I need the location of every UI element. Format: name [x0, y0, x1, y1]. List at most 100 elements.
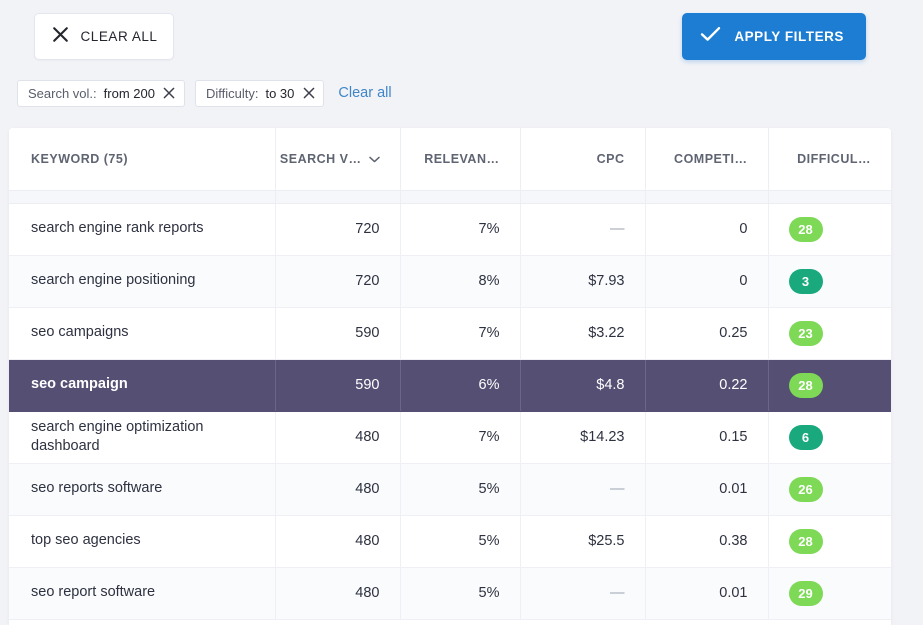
column-header-search-volume-label: SEARCH V…	[279, 151, 362, 166]
cell-search-vol: 720	[275, 203, 401, 256]
cell-difficulty: 28	[768, 359, 891, 412]
cell-difficulty: 29	[768, 567, 891, 620]
cell-competition: 0.15	[645, 411, 769, 464]
filter-chip-value: from 200	[103, 85, 155, 101]
check-icon	[700, 25, 721, 48]
filter-chip-value: to 30	[265, 85, 295, 101]
cell-relevance: 7%	[400, 203, 521, 256]
table-row[interactable]: seo campaign 590 6% $4.8 0.22 28	[9, 359, 891, 412]
difficulty-badge: 3	[788, 268, 823, 294]
keywords-table: KEYWORD (75) SEARCH V… RELEVAN… CPC COMP…	[9, 128, 891, 620]
filter-chip-search-volume[interactable]: Search vol.: from 200	[17, 79, 185, 107]
column-header-relevance[interactable]: RELEVAN…	[400, 128, 521, 191]
cell-keyword[interactable]: seo report software	[9, 567, 276, 620]
table-row[interactable]: search engine rank reports 720 7% —0 28	[9, 203, 891, 256]
cell-difficulty: 3	[768, 255, 891, 308]
cell-search-vol: 480	[275, 411, 401, 464]
column-header-competition[interactable]: COMPETI…	[645, 128, 769, 191]
apply-filters-button-label: APPLY FILTERS	[734, 29, 844, 44]
table-body: search engine rank reports 720 7% —0 28 searc…	[9, 190, 891, 620]
cell-keyword[interactable]: search engine optimization dashboard	[9, 411, 276, 464]
cell-competition: 0.25	[645, 307, 769, 360]
cell-competition: 0.01	[645, 567, 769, 620]
close-x-icon[interactable]	[163, 87, 176, 100]
cell-cpc: $14.23	[520, 411, 646, 464]
difficulty-badge: 28	[788, 372, 823, 398]
cell-competition: 0	[645, 255, 769, 308]
filter-action-bar: CLEAR ALL APPLY FILTERS	[0, 0, 923, 76]
cell-difficulty: 23	[768, 307, 891, 360]
column-header-keyword[interactable]: KEYWORD (75)	[9, 128, 276, 191]
difficulty-badge: 23	[788, 320, 823, 346]
cell-keyword[interactable]: top seo agencies	[9, 515, 276, 568]
table-row[interactable]: seo campaigns 590 7% $3.22 0.25 23	[9, 307, 891, 360]
cell-keyword[interactable]: search engine rank reports	[9, 203, 276, 256]
cell-cpc: $4.8	[520, 359, 646, 412]
cell-relevance: 5%	[400, 567, 521, 620]
column-header-difficulty[interactable]: DIFFICUL…	[768, 128, 891, 191]
cell-competition: 0	[645, 203, 769, 256]
filter-chip-difficulty[interactable]: Difficulty: to 30	[194, 79, 325, 107]
column-header-difficulty-label: DIFFICUL…	[797, 151, 871, 166]
keywords-table-panel: KEYWORD (75) SEARCH V… RELEVAN… CPC COMP…	[9, 128, 891, 625]
filter-chip-label: Difficulty:	[205, 85, 259, 101]
active-filters-row: Search vol.: from 200 Difficulty: to 30 …	[0, 76, 923, 110]
difficulty-badge: 29	[788, 580, 823, 606]
cell-cpc: —	[520, 203, 646, 256]
table-row[interactable]: search engine optimization dashboard 480 7…	[9, 411, 891, 464]
cell-search-vol: 590	[275, 307, 401, 360]
cell-relevance: 5%	[400, 515, 521, 568]
clear-all-button-label: CLEAR ALL	[80, 29, 158, 44]
difficulty-badge: 28	[788, 528, 823, 554]
clear-all-button[interactable]: CLEAR ALL	[34, 13, 174, 60]
cell-search-vol: 480	[275, 463, 401, 516]
cell-competition: 0.01	[645, 463, 769, 516]
cell-relevance: 8%	[400, 255, 521, 308]
close-x-icon	[51, 25, 70, 49]
cell-keyword[interactable]: seo campaigns	[9, 307, 276, 360]
table-row[interactable]: search engine positioning 720 8% $7.93 0 3	[9, 255, 891, 308]
cell-keyword[interactable]: seo reports software	[9, 463, 276, 516]
column-header-cpc[interactable]: CPC	[520, 128, 646, 191]
cell-competition: 0.38	[645, 515, 769, 568]
cell-keyword[interactable]: seo campaign	[9, 359, 276, 412]
difficulty-badge: 6	[788, 424, 823, 450]
chevron-down-icon	[368, 152, 380, 166]
column-header-search-volume[interactable]: SEARCH V…	[275, 128, 401, 191]
table-header: KEYWORD (75) SEARCH V… RELEVAN… CPC COMP…	[9, 128, 891, 191]
cell-relevance: 6%	[400, 359, 521, 412]
table-header-row: KEYWORD (75) SEARCH V… RELEVAN… CPC COMP…	[9, 128, 891, 191]
cell-search-vol: 720	[275, 255, 401, 308]
cell-relevance: 7%	[400, 411, 521, 464]
cell-search-vol: 590	[275, 359, 401, 412]
cell-keyword[interactable]: search engine positioning	[9, 255, 276, 308]
cell-cpc: $25.5	[520, 515, 646, 568]
apply-filters-button[interactable]: APPLY FILTERS	[682, 13, 866, 60]
table-row[interactable]: seo reports software 480 5% —0.01 26	[9, 463, 891, 516]
difficulty-badge: 26	[788, 476, 823, 502]
column-header-cpc-label: CPC	[596, 151, 625, 166]
cell-relevance: 5%	[400, 463, 521, 516]
difficulty-badge: 28	[788, 216, 823, 242]
column-header-competition-label: COMPETI…	[674, 151, 748, 166]
cell-search-vol: 480	[275, 515, 401, 568]
cell-search-vol: 480	[275, 567, 401, 620]
column-header-relevance-label: RELEVAN…	[424, 151, 500, 166]
cell-difficulty: 6	[768, 411, 891, 464]
table-row[interactable]: seo report software 480 5% —0.01 29	[9, 567, 891, 620]
cell-cpc: —	[520, 567, 646, 620]
cell-competition: 0.22	[645, 359, 769, 412]
cell-difficulty: 26	[768, 463, 891, 516]
table-row-partial	[9, 190, 891, 204]
cell-relevance: 7%	[400, 307, 521, 360]
cell-cpc: $7.93	[520, 255, 646, 308]
column-header-keyword-label: KEYWORD (75)	[31, 151, 128, 166]
table-row[interactable]: top seo agencies 480 5% $25.5 0.38 28	[9, 515, 891, 568]
cell-difficulty: 28	[768, 515, 891, 568]
cell-difficulty: 28	[768, 203, 891, 256]
clear-all-filters-link[interactable]: Clear all	[338, 85, 391, 101]
close-x-icon[interactable]	[302, 87, 315, 100]
cell-cpc: —	[520, 463, 646, 516]
filter-chip-label: Search vol.:	[28, 85, 97, 101]
cell-cpc: $3.22	[520, 307, 646, 360]
